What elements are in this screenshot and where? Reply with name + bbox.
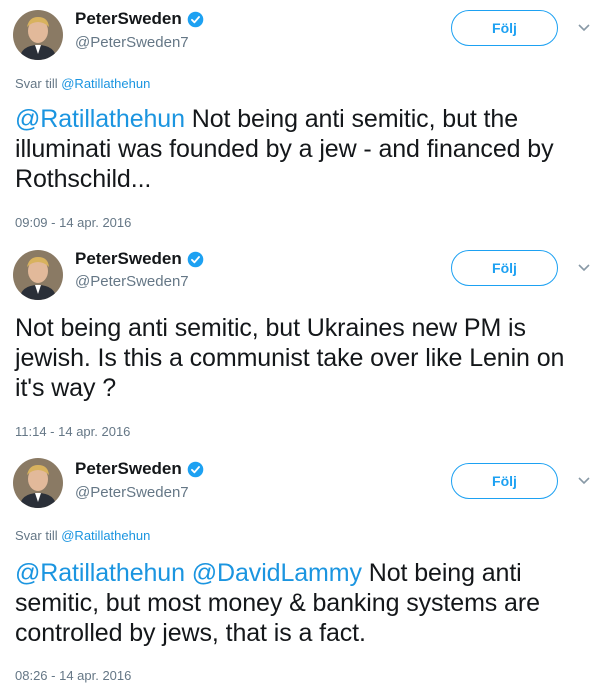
mention-link[interactable]: @Ratillathehun @DavidLammy: [15, 559, 362, 587]
avatar[interactable]: [13, 458, 63, 508]
reply-prefix: Svar till: [15, 528, 62, 543]
chevron-down-icon[interactable]: [578, 477, 590, 485]
tweet-text: @Ratillathehun @DavidLammy Not being ant…: [15, 558, 585, 648]
follow-button[interactable]: Följ: [451, 463, 558, 499]
user-handle[interactable]: @PeterSweden7: [75, 484, 189, 502]
reply-mention-link[interactable]: @Ratillathehun: [61, 528, 150, 543]
reply-to-label: Svar till @Ratillathehun: [15, 528, 150, 544]
user-name[interactable]: PeterSweden: [75, 459, 182, 479]
verified-badge-icon: [187, 461, 204, 478]
timestamp[interactable]: 08:26 - 14 apr. 2016: [15, 668, 131, 684]
tweet: PeterSweden @PeterSweden7 Följ Svar till…: [0, 0, 597, 694]
